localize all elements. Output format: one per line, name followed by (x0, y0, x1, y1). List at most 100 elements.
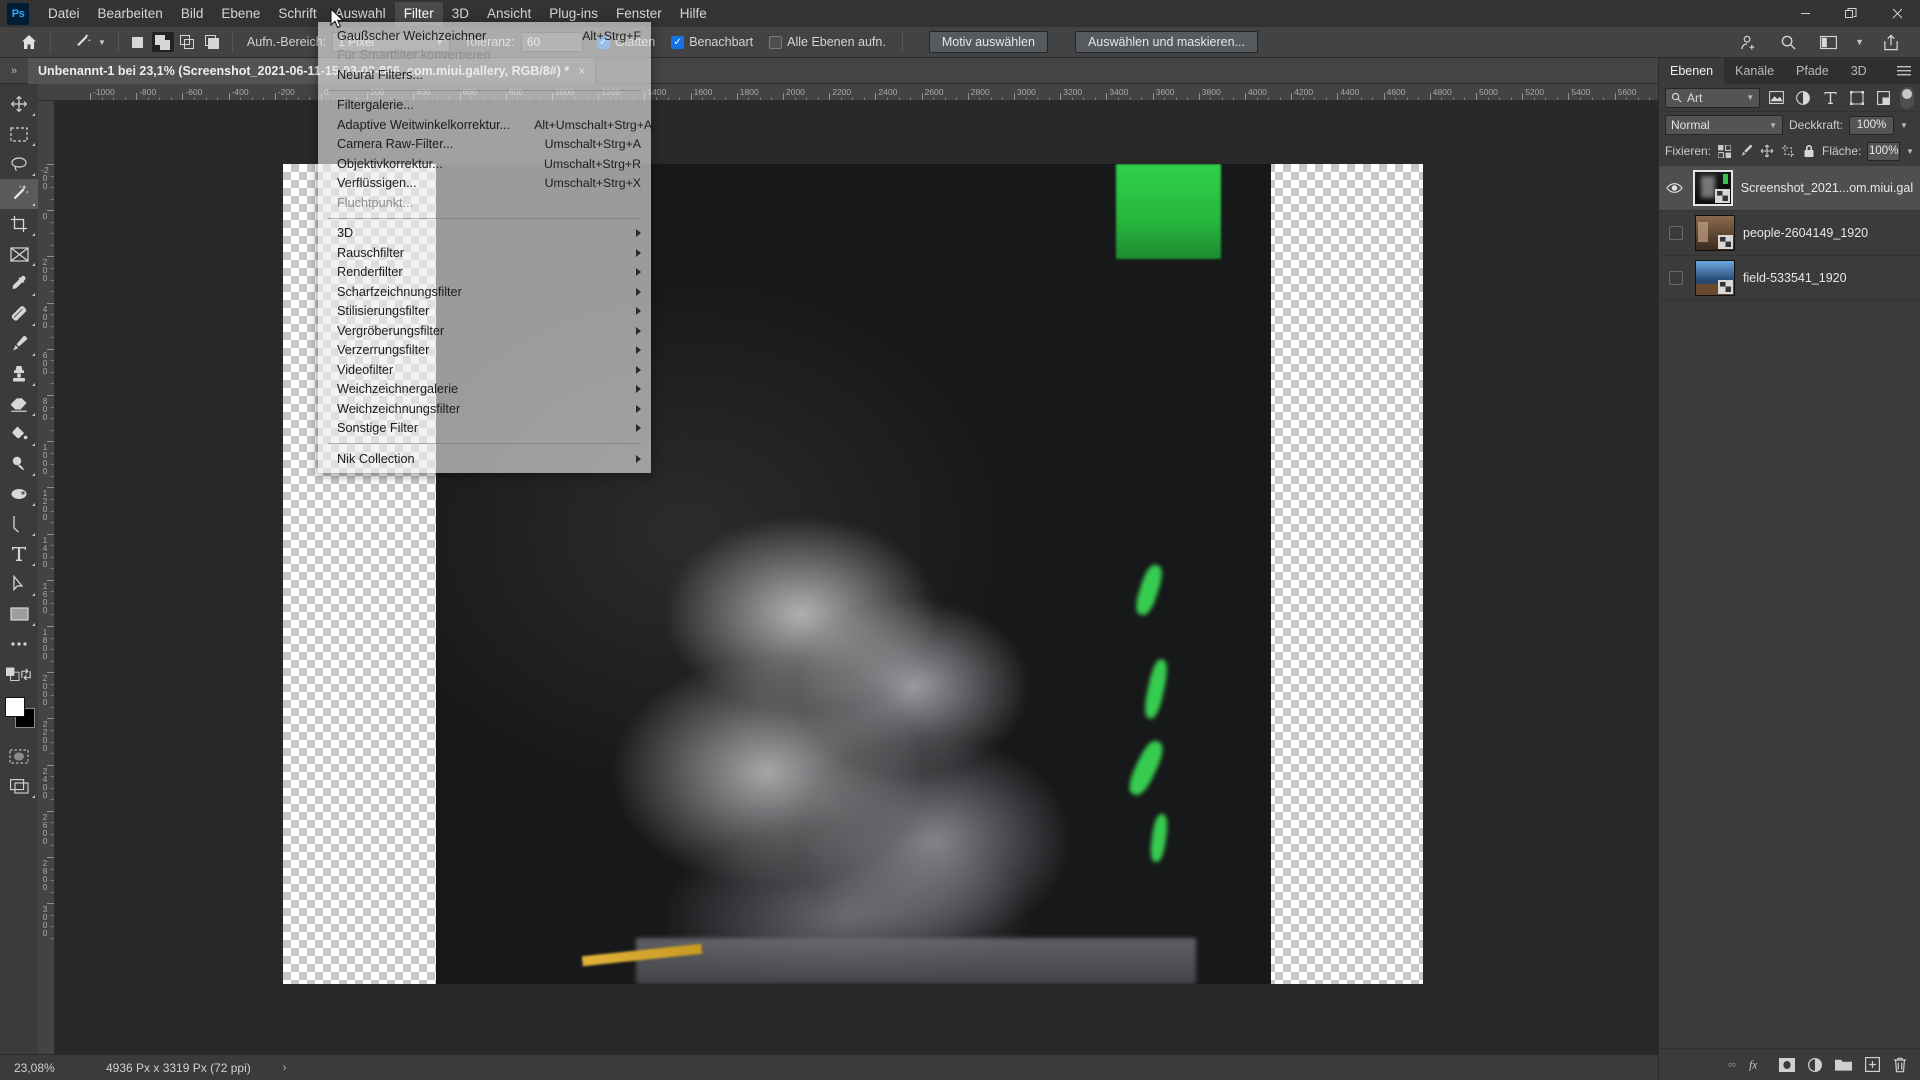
filter-menu-item-weichzeichnergalerie[interactable]: Weichzeichnergalerie (318, 380, 651, 400)
minimize-button[interactable] (1782, 0, 1828, 27)
eyedropper-tool[interactable] (0, 269, 38, 299)
horizontal-ruler[interactable]: -1000-800-600-400-2000200400600800100012… (38, 84, 1658, 101)
pen-tool[interactable] (0, 509, 38, 539)
dodge-tool[interactable] (0, 449, 38, 479)
frame-tool[interactable] (0, 239, 38, 269)
layer-row[interactable]: Screenshot_2021...om.miui.gallery (1659, 166, 1920, 211)
quick-mask-tool[interactable] (0, 741, 38, 771)
panel-tab-ebenen[interactable]: Ebenen (1659, 58, 1725, 84)
adjustment-layer-icon[interactable] (1808, 1057, 1822, 1072)
share-icon[interactable] (1878, 30, 1904, 54)
lock-all-icon[interactable] (1801, 141, 1816, 161)
subtract-from-selection-mode[interactable] (177, 32, 199, 52)
layer-thumbnail[interactable] (1695, 260, 1735, 296)
menu-item-ebene[interactable]: Ebene (212, 2, 269, 26)
filter-menu-item-objektivkorrektur[interactable]: Objektivkorrektur... Umschalt+Strg+R (318, 154, 651, 174)
blur-tool[interactable] (0, 479, 38, 509)
vertical-ruler[interactable]: -200 0 200 400 600 800 1000 1200 1400 1600 1800 200… (38, 101, 55, 1054)
layer-thumbnail[interactable] (1695, 215, 1735, 251)
select-subject-button[interactable]: Motiv auswählen (928, 31, 1048, 53)
pixel-filter-icon[interactable] (1766, 88, 1787, 108)
smart-object-filter-icon[interactable] (1873, 88, 1894, 108)
close-button[interactable] (1874, 0, 1920, 27)
new-group-icon[interactable] (1835, 1058, 1852, 1072)
filter-menu-item-adaptive-weitwinkelkorrektur[interactable]: Adaptive Weitwinkelkorrektur... Alt+Umsch… (318, 115, 652, 135)
select-and-mask-button[interactable]: Auswählen und maskieren... (1074, 31, 1258, 53)
menu-item-bearbeiten[interactable]: Bearbeiten (89, 2, 172, 26)
filter-menu-item-gaußscher-weichzeichner[interactable]: Gaußscher Weichzeichner Alt+Strg+F (318, 26, 651, 46)
home-icon[interactable] (16, 30, 42, 54)
panel-menu-icon[interactable] (1888, 58, 1920, 84)
filter-menu-item-stilisierungsfilter[interactable]: Stilisierungsfilter (318, 302, 651, 322)
menu-item-datei[interactable]: Datei (39, 2, 89, 26)
filter-menu-item-vergröberungsfilter[interactable]: Vergröberungsfilter (318, 321, 651, 341)
menu-item-bild[interactable]: Bild (172, 2, 213, 26)
layer-row[interactable]: field-533541_1920 (1659, 256, 1920, 301)
workspace-icon[interactable] (1815, 30, 1841, 54)
filter-menu-item-neural-filters[interactable]: Neural Filters... (318, 65, 651, 85)
all-layers-checkbox[interactable]: Alle Ebenen aufn. (769, 35, 886, 49)
layer-visibility-toggle[interactable] (1665, 271, 1687, 285)
filter-menu-item-weichzeichnungsfilter[interactable]: Weichzeichnungsfilter (318, 399, 651, 419)
filter-menu-item-scharfzeichnungsfilter[interactable]: Scharfzeichnungsfilter (318, 282, 651, 302)
tool-preset-chevron-icon[interactable]: ▼ (98, 38, 106, 47)
path-selection-tool[interactable] (0, 569, 38, 599)
adjustment-filter-icon[interactable] (1793, 88, 1814, 108)
brush-tool[interactable] (0, 329, 38, 359)
delete-layer-icon[interactable] (1893, 1057, 1907, 1073)
chevron-down-icon[interactable]: ▼ (1900, 121, 1908, 130)
filter-menu-item-nik-collection[interactable]: Nik Collection (318, 449, 651, 469)
layer-style-icon[interactable]: fx (1749, 1057, 1766, 1072)
zoom-level[interactable]: 23,08% (0, 1061, 78, 1075)
add-to-selection-mode[interactable] (151, 32, 174, 52)
layer-thumbnail[interactable] (1692, 170, 1733, 206)
crop-tool[interactable] (0, 209, 38, 239)
collapse-panels-icon[interactable]: » (0, 65, 28, 77)
lock-artboard-icon[interactable] (1780, 141, 1795, 161)
filter-menu-item-verflüssigen[interactable]: Verflüssigen... Umschalt+Strg+X (318, 174, 651, 194)
more-tools[interactable] (0, 629, 38, 659)
filter-menu-item-videofilter[interactable]: Videofilter (318, 360, 651, 380)
color-swatches[interactable] (0, 695, 38, 735)
clone-stamp-tool[interactable] (0, 359, 38, 389)
filter-menu-item-filtergalerie[interactable]: Filtergalerie... (318, 96, 651, 116)
panel-tab-kanäle[interactable]: Kanäle (1724, 58, 1785, 84)
filter-kind-select[interactable]: Art ▼ (1665, 87, 1761, 108)
contiguous-checkbox[interactable]: ✓ Benachbart (671, 35, 753, 49)
filter-menu-item-sonstige-filter[interactable]: Sonstige Filter (318, 419, 651, 439)
fill-input[interactable]: 100% (1867, 141, 1901, 161)
magic-wand-icon[interactable] (69, 30, 95, 54)
intersect-selection-mode[interactable] (202, 32, 224, 52)
filter-menu-dropdown[interactable]: Gaußscher Weichzeichner Alt+Strg+F Für Sma… (318, 22, 652, 473)
menu-item-hilfe[interactable]: Hilfe (671, 2, 716, 26)
lock-transparent-pixels-icon[interactable] (1717, 141, 1732, 161)
filter-menu-item-rauschfilter[interactable]: Rauschfilter (318, 243, 651, 263)
filter-menu-item-renderfilter[interactable]: Renderfilter (318, 263, 651, 283)
layer-row[interactable]: people-2604149_1920 (1659, 211, 1920, 256)
panel-tab-3d[interactable]: 3D (1840, 58, 1878, 84)
lasso-tool[interactable] (0, 149, 38, 179)
maximize-button[interactable] (1828, 0, 1874, 27)
filter-menu-item-camera-raw-filter[interactable]: Camera Raw-Filter... Umschalt+Strg+A (318, 135, 651, 155)
rectangle-tool[interactable] (0, 599, 38, 629)
layer-visibility-toggle[interactable] (1665, 226, 1687, 240)
status-expand-icon[interactable]: › (251, 1062, 287, 1074)
layer-visibility-toggle[interactable] (1665, 182, 1685, 194)
chevron-down-icon[interactable]: ▼ (1906, 147, 1914, 156)
layer-mask-icon[interactable] (1779, 1057, 1795, 1072)
move-tool[interactable] (0, 89, 38, 119)
eraser-tool[interactable] (0, 389, 38, 419)
new-layer-icon[interactable] (1865, 1057, 1880, 1072)
type-tool[interactable] (0, 539, 38, 569)
rectangular-marquee-tool[interactable] (0, 119, 38, 149)
paint-bucket-tool[interactable] (0, 419, 38, 449)
panel-tab-pfade[interactable]: Pfade (1785, 58, 1840, 84)
screen-mode-tool[interactable] (0, 771, 38, 801)
canvas-area[interactable] (55, 101, 1658, 1054)
foreground-color-swatch[interactable] (5, 697, 25, 717)
filter-menu-item-3d[interactable]: 3D (318, 224, 651, 244)
lock-image-pixels-icon[interactable] (1738, 141, 1753, 161)
link-layers-icon[interactable]: ∞ (1728, 1059, 1736, 1071)
shape-filter-icon[interactable] (1847, 88, 1868, 108)
filter-menu-item-verzerrungsfilter[interactable]: Verzerrungsfilter (318, 341, 651, 361)
